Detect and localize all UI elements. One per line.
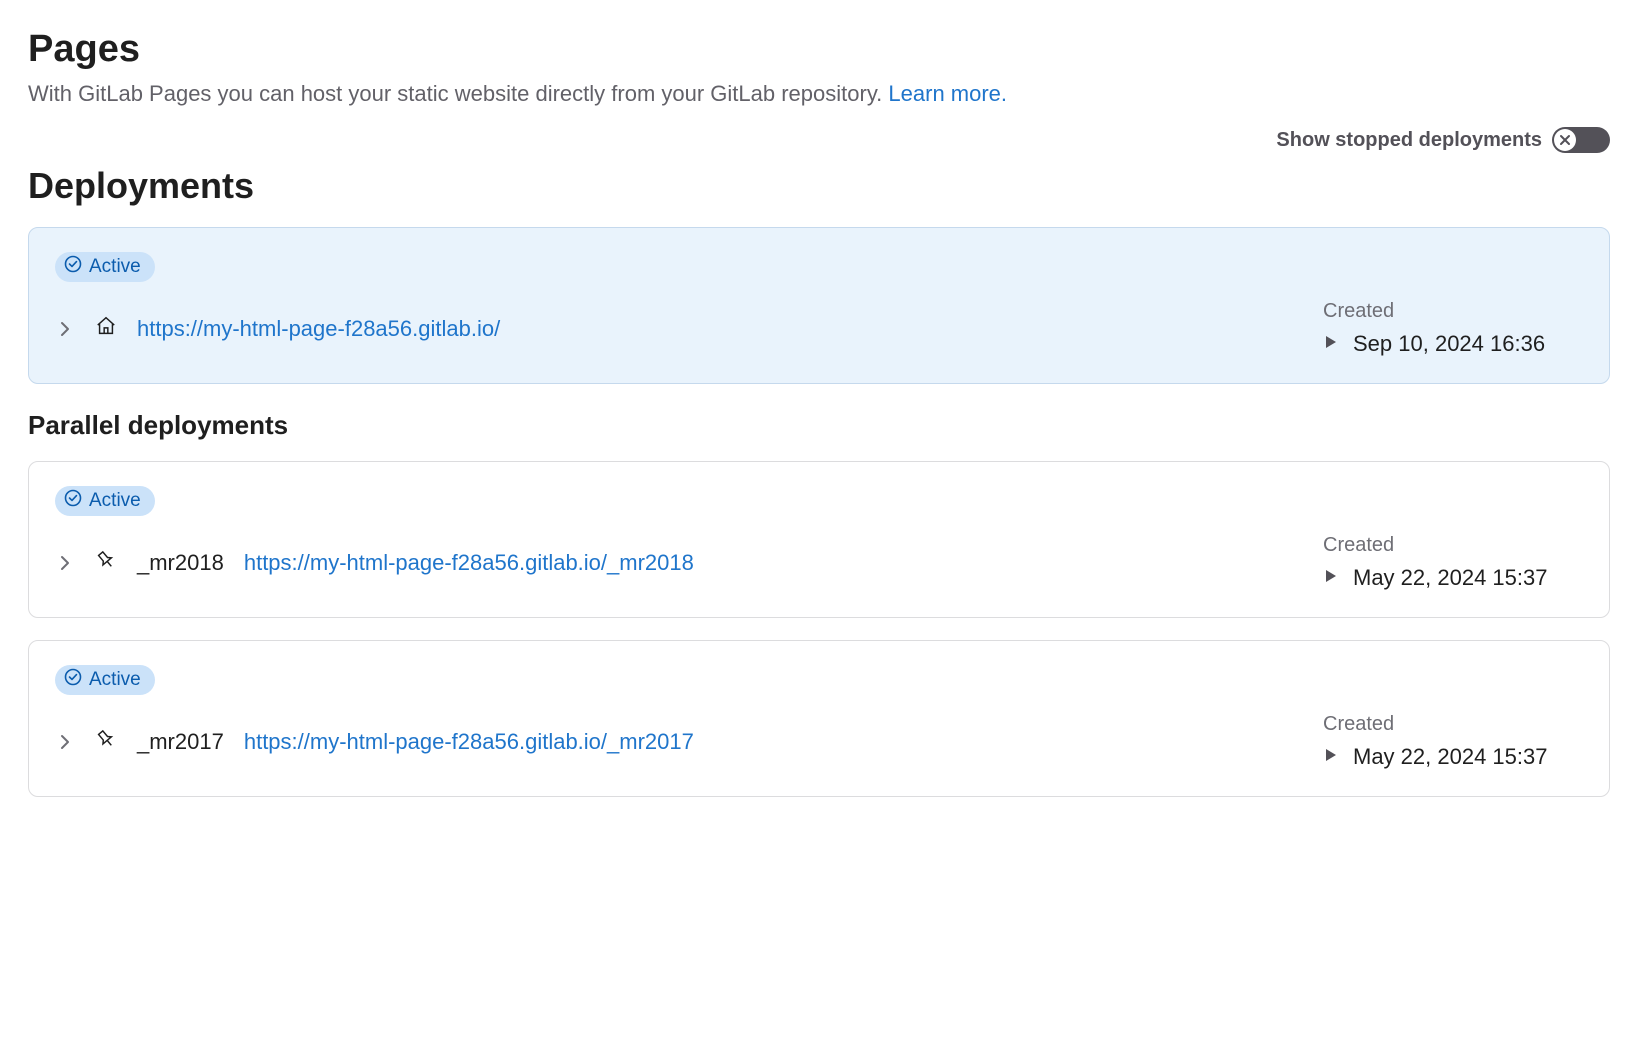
deployment-url-link[interactable]: https://my-html-page-f28a56.gitlab.io/_m… [244,729,694,755]
status-badge: Active [55,486,155,516]
pin-icon [95,728,117,755]
close-icon [1554,129,1576,151]
check-circle-icon [64,489,82,513]
toggle-row: Show stopped deployments [28,127,1610,153]
primary-deployment-card: Active https://my-html-page-f28a56.gitla… [28,227,1610,384]
created-date: Sep 10, 2024 16:36 [1353,331,1545,357]
play-icon [1323,334,1339,355]
deployments-heading: Deployments [28,165,1610,207]
status-badge-label: Active [89,490,141,512]
deployment-url-link[interactable]: https://my-html-page-f28a56.gitlab.io/ [137,316,500,342]
status-badge: Active [55,252,155,282]
parallel-deployment-card: Active _mr2017 https://my-html-page-f28a… [28,640,1610,797]
expand-button[interactable] [55,732,75,752]
status-badge-label: Active [89,256,141,278]
created-label: Created [1323,713,1583,736]
status-badge: Active [55,665,155,695]
parallel-deployment-card: Active _mr2018 https://my-html-page-f28a… [28,461,1610,618]
check-circle-icon [64,255,82,279]
expand-button[interactable] [55,319,75,339]
expand-button[interactable] [55,553,75,573]
pin-icon [95,549,117,576]
status-badge-label: Active [89,669,141,691]
created-date: May 22, 2024 15:37 [1353,744,1547,770]
deployment-name: _mr2018 [137,550,224,576]
toggle-label: Show stopped deployments [1276,129,1542,152]
parallel-deployments-heading: Parallel deployments [28,410,1610,441]
play-icon [1323,568,1339,589]
created-date: May 22, 2024 15:37 [1353,565,1547,591]
deployment-name: _mr2017 [137,729,224,755]
check-circle-icon [64,668,82,692]
home-icon [95,315,117,342]
play-icon [1323,747,1339,768]
learn-more-link[interactable]: Learn more. [888,81,1007,106]
page-description: With GitLab Pages you can host your stat… [28,81,1610,107]
created-label: Created [1323,300,1583,323]
deployment-url-link[interactable]: https://my-html-page-f28a56.gitlab.io/_m… [244,550,694,576]
created-label: Created [1323,534,1583,557]
page-description-text: With GitLab Pages you can host your stat… [28,81,888,106]
show-stopped-toggle[interactable] [1552,127,1610,153]
page-title: Pages [28,28,1610,71]
